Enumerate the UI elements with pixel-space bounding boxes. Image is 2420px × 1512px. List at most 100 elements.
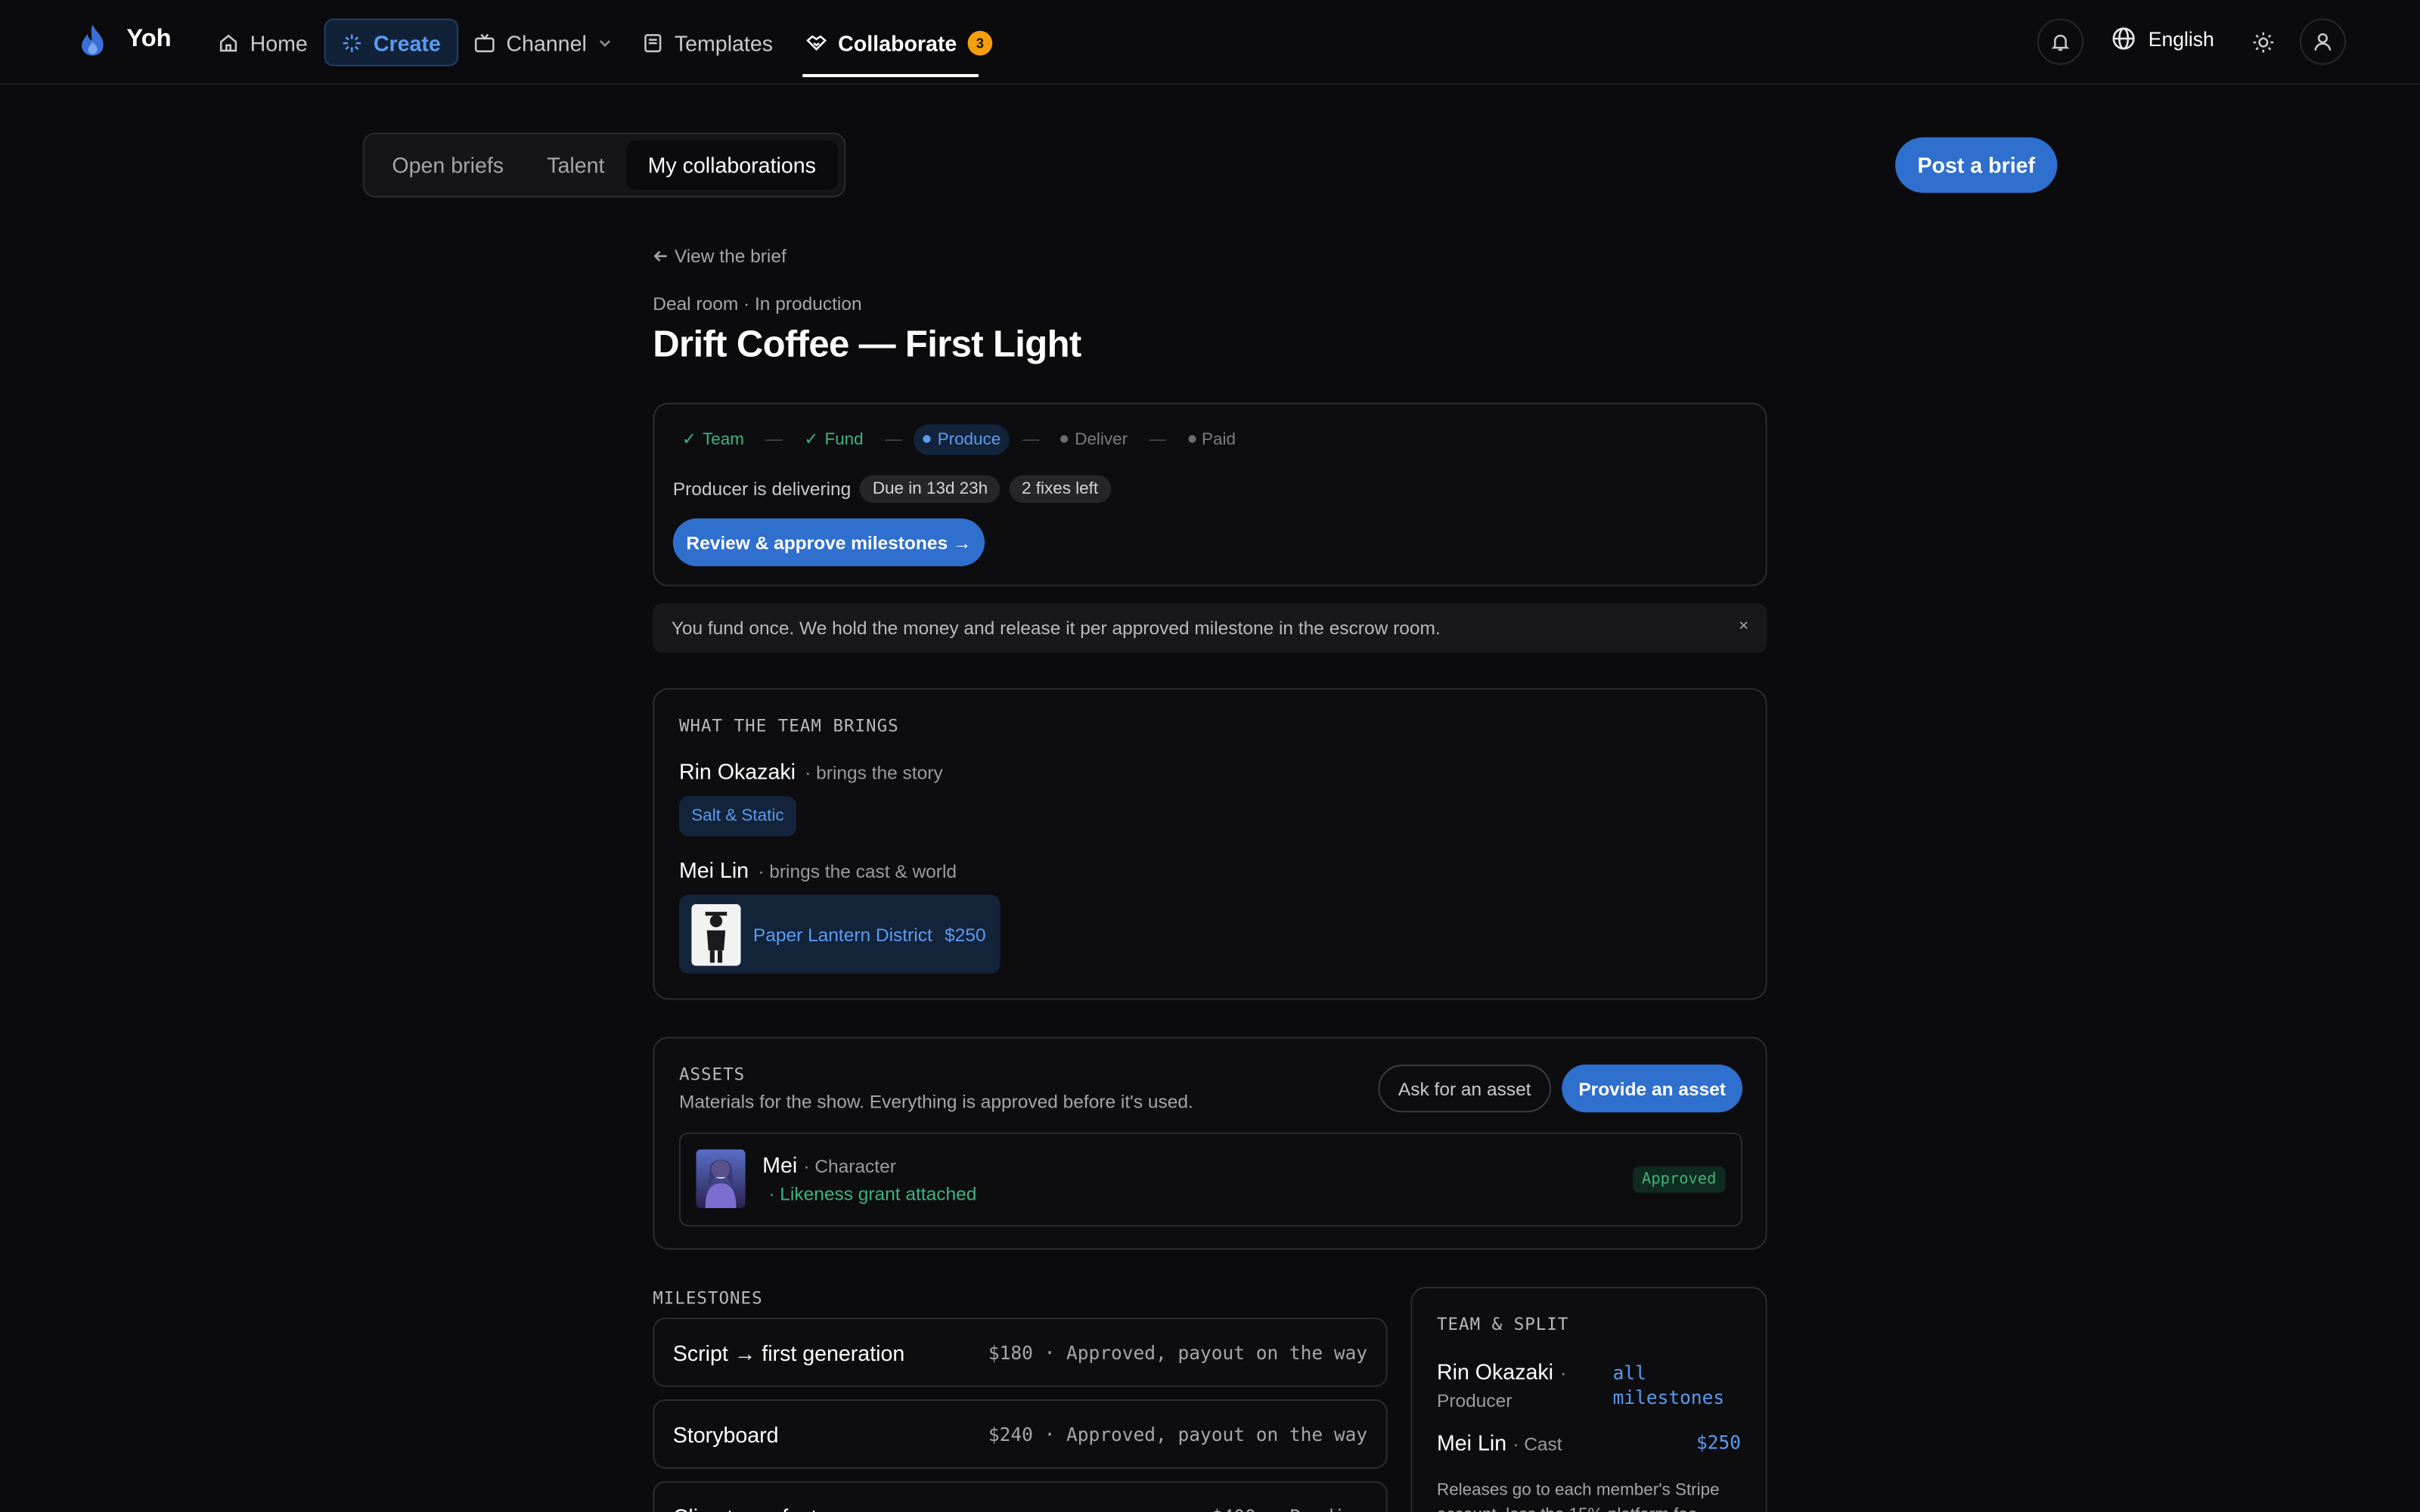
nav-channel-label: Channel [506,29,587,55]
step-separator: — [1149,429,1167,448]
split-member-role: Producer [1436,1390,1512,1412]
likeness-grant-text: · Likeness grant attached [768,1183,977,1205]
language-selector[interactable]: English [2111,26,2214,51]
step-produce: Produce [914,423,1010,455]
check-icon: ✓ [682,430,697,449]
split-member-name[interactable]: Rin Okazaki [1437,1359,1553,1384]
escrow-notice: You fund once. We hold the money and rel… [653,603,1767,653]
asset-row[interactable]: Mei · Character · Likeness grant attache… [678,1132,1743,1227]
escrow-notice-text: You fund once. We hold the money and rel… [671,617,1441,639]
milestones-heading: MILESTONES [653,1288,763,1309]
templates-icon [644,33,662,52]
current-dot-icon [923,435,932,443]
step-paid: Paid [1178,423,1245,454]
team-brings-heading: WHAT THE TEAM BRINGS [678,715,899,736]
pending-dot-icon [1060,435,1069,443]
assets-heading: ASSETS [678,1064,746,1085]
sparkle-icon [343,33,361,51]
split-share: $250 [1696,1431,1742,1454]
split-member-role: · Cast [1512,1433,1562,1455]
step-paid-label: Paid [1202,429,1236,448]
production-status: Producer is delivering Due in 13d 23h 2 … [672,475,1111,503]
account-button[interactable] [2299,18,2347,65]
milestone-row[interactable]: Clips to perfect $400 · Pending [653,1481,1388,1512]
flame-logo-icon [82,24,104,56]
nav-home[interactable]: Home [202,18,323,66]
split-member-sep: · [1560,1362,1567,1384]
team-member-row: Mei Lin · brings the cast & world [679,858,957,883]
step-fund-label: Fund [824,429,864,448]
world-asset-chip[interactable]: Paper Lantern District $250 [678,894,1001,974]
review-milestones-button[interactable]: Review & approve milestones → [672,518,985,566]
language-label: English [2148,26,2214,51]
member-role: · brings the story [805,762,943,784]
view-brief-label: View the brief [674,245,786,268]
milestone-meta: $180 · Approved, payout on the way [988,1341,1368,1364]
deal-stepper: ✓ Team — ✓ Fund — Produce — Deliver — Paid [673,423,1245,455]
split-share: all milestones [1612,1362,1725,1409]
deal-status-card: ✓ Team — ✓ Fund — Produce — Deliver — Paid… [653,402,1767,587]
nav-create[interactable]: Create [324,18,458,67]
team-split-card: TEAM & SPLIT Rin Okazaki · Producer all … [1410,1287,1767,1512]
milestone-meta: $240 · Approved, payout on the way [988,1423,1368,1445]
deal-room-status: Deal room · In production [653,293,862,315]
split-member: Rin Okazaki · Producer [1437,1359,1591,1411]
status-text: Producer is delivering [672,478,852,500]
notifications-button[interactable] [2037,18,2084,65]
check-icon: ✓ [804,430,819,449]
arrow-left-icon [653,250,667,262]
member-name[interactable]: Mei Lin [679,858,749,883]
step-produce-label: Produce [937,429,1001,448]
team-member-row: Rin Okazaki · brings the story [679,759,943,784]
milestone-meta: $400 · Pending [1212,1505,1367,1512]
chevron-down-icon [600,39,611,47]
member-name[interactable]: Rin Okazaki [679,759,796,784]
collaborate-count-badge: 3 [967,29,993,55]
tab-talent[interactable]: Talent [526,141,626,190]
sun-icon [2252,31,2273,52]
milestone-row[interactable]: Script → first generation $180 · Approve… [653,1317,1388,1387]
asset-name: Mei [762,1152,798,1178]
world-price: $250 [945,923,986,945]
milestone-row[interactable]: Storyboard $240 · Approved, payout on th… [653,1399,1388,1469]
brand-name: Yoh [126,26,172,53]
nav-templates[interactable]: Templates [627,18,789,66]
nav-channel[interactable]: Channel [458,18,628,66]
step-team: ✓ Team [673,423,753,455]
brand[interactable]: Yoh [77,23,172,57]
world-thumbnail [691,903,741,965]
step-deliver-label: Deliver [1075,429,1128,448]
team-brings-card: WHAT THE TEAM BRINGS Rin Okazaki · bring… [653,688,1767,1000]
ask-asset-button[interactable]: Ask for an asset [1378,1064,1552,1113]
view-brief-link[interactable]: View the brief [653,245,786,267]
split-member: Mei Lin · Cast [1437,1430,1562,1455]
step-separator: — [765,429,783,448]
pending-dot-icon [1187,435,1196,443]
provide-asset-button[interactable]: Provide an asset [1562,1064,1743,1113]
step-separator: — [1022,429,1040,448]
step-deliver: Deliver [1052,423,1137,454]
tv-icon [474,33,495,52]
nav-create-label: Create [373,29,441,55]
tab-my-collaborations[interactable]: My collaborations [626,140,838,191]
page-title: Drift Coffee — First Light [653,324,1081,366]
step-separator: — [885,429,902,448]
close-icon[interactable]: × [1739,617,1748,635]
split-member-name[interactable]: Mei Lin [1437,1430,1506,1455]
nav-collaborate-label: Collaborate [838,29,957,55]
payout-note: Releases go to each member's Stripe acco… [1436,1481,1720,1512]
assets-card: ASSETS Materials for the show. Everythin… [653,1036,1767,1250]
step-team-label: Team [703,429,744,448]
nav-collaborate[interactable]: Collaborate 3 [790,18,1008,66]
story-tag[interactable]: Salt & Static [678,796,796,837]
milestone-title: Script → first generation [672,1340,905,1365]
asset-title: Mei · Character [762,1152,896,1177]
handshake-icon [806,34,827,50]
fixes-left-badge: 2 fixes left [1009,475,1111,503]
tab-open-briefs[interactable]: Open briefs [371,141,526,190]
asset-type: · Character [803,1155,896,1178]
team-split-heading: TEAM & SPLIT [1436,1314,1569,1335]
top-navigation: Yoh Home Create Channel Templates Collab… [0,0,2420,85]
post-brief-button[interactable]: Post a brief [1895,137,2058,194]
theme-toggle-button[interactable] [2239,18,2285,64]
